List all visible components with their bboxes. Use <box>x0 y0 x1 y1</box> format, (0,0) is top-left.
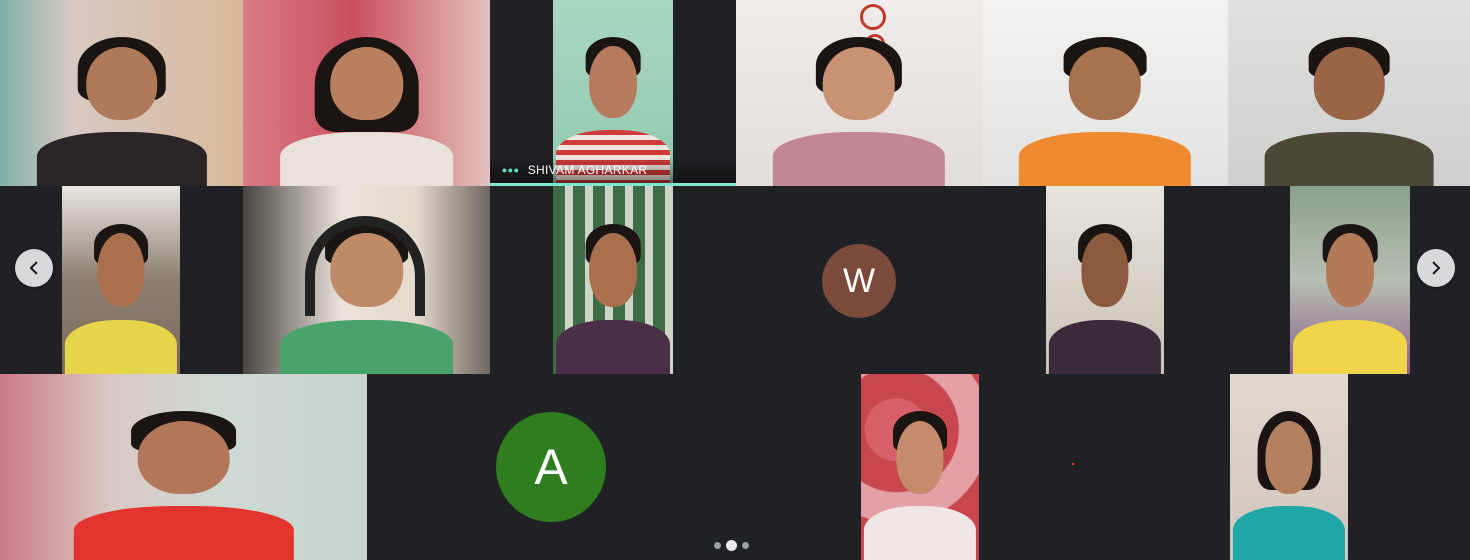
avatar-initial: W <box>842 261 876 300</box>
chevron-left-icon <box>29 261 38 275</box>
page-dot[interactable] <box>742 542 749 549</box>
participant-video <box>62 186 180 374</box>
participant-avatar: W <box>822 244 896 318</box>
participant-video <box>243 186 490 374</box>
participant-video <box>553 186 673 374</box>
video-grid: ••• SHIVAM AGHARKAR W A <box>0 0 1470 560</box>
participant-figure <box>772 28 946 186</box>
avatar-initial: A <box>534 439 568 495</box>
participant-tile[interactable] <box>734 374 1101 560</box>
participant-avatar: A <box>496 412 606 522</box>
page-indicator <box>714 540 749 551</box>
participant-figure <box>1264 28 1434 186</box>
participant-tile[interactable] <box>490 186 736 374</box>
participant-video <box>1228 0 1470 186</box>
participant-figure <box>1048 214 1162 374</box>
participant-tile[interactable] <box>0 374 367 560</box>
cursor-dot <box>1072 463 1074 465</box>
participant-tile[interactable]: ••• SHIVAM AGHARKAR <box>490 0 736 186</box>
participant-figure <box>36 28 207 186</box>
participant-video <box>1046 186 1164 374</box>
participant-figure <box>64 214 178 374</box>
participant-video <box>1230 374 1348 560</box>
participant-figure <box>73 402 294 560</box>
participant-video <box>553 0 673 183</box>
participant-name: SHIVAM AGHARKAR <box>527 163 648 177</box>
participant-tile[interactable] <box>1101 374 1470 560</box>
participant-tile[interactable]: A <box>367 374 734 560</box>
speaking-indicator-icon: ••• <box>502 162 520 178</box>
chevron-right-icon <box>1432 261 1441 275</box>
page-dot-active[interactable] <box>726 540 737 551</box>
participant-tile[interactable] <box>736 0 982 186</box>
participant-figure <box>1293 214 1407 374</box>
participant-tile[interactable] <box>1228 0 1470 186</box>
participant-video <box>861 374 979 560</box>
participant-video <box>1290 186 1410 374</box>
participant-figure <box>1232 402 1346 560</box>
page-dot[interactable] <box>714 542 721 549</box>
participant-tile[interactable] <box>0 0 243 186</box>
participant-tile[interactable] <box>982 0 1228 186</box>
participant-figure <box>556 214 670 374</box>
participant-video <box>736 0 982 186</box>
previous-page-button[interactable] <box>15 249 53 287</box>
participant-video <box>982 0 1228 186</box>
participant-name-bar: ••• SHIVAM AGHARKAR <box>490 157 736 183</box>
participant-tile[interactable] <box>243 186 490 374</box>
participant-video <box>243 0 490 186</box>
participant-figure <box>280 28 453 186</box>
participant-tile[interactable]: W <box>736 186 982 374</box>
participant-tile[interactable] <box>243 0 490 186</box>
participant-figure <box>863 402 977 560</box>
participant-figure <box>1018 28 1192 186</box>
participant-video <box>0 374 367 560</box>
next-page-button[interactable] <box>1417 249 1455 287</box>
participant-video <box>0 0 243 186</box>
participant-tile[interactable] <box>982 186 1228 374</box>
